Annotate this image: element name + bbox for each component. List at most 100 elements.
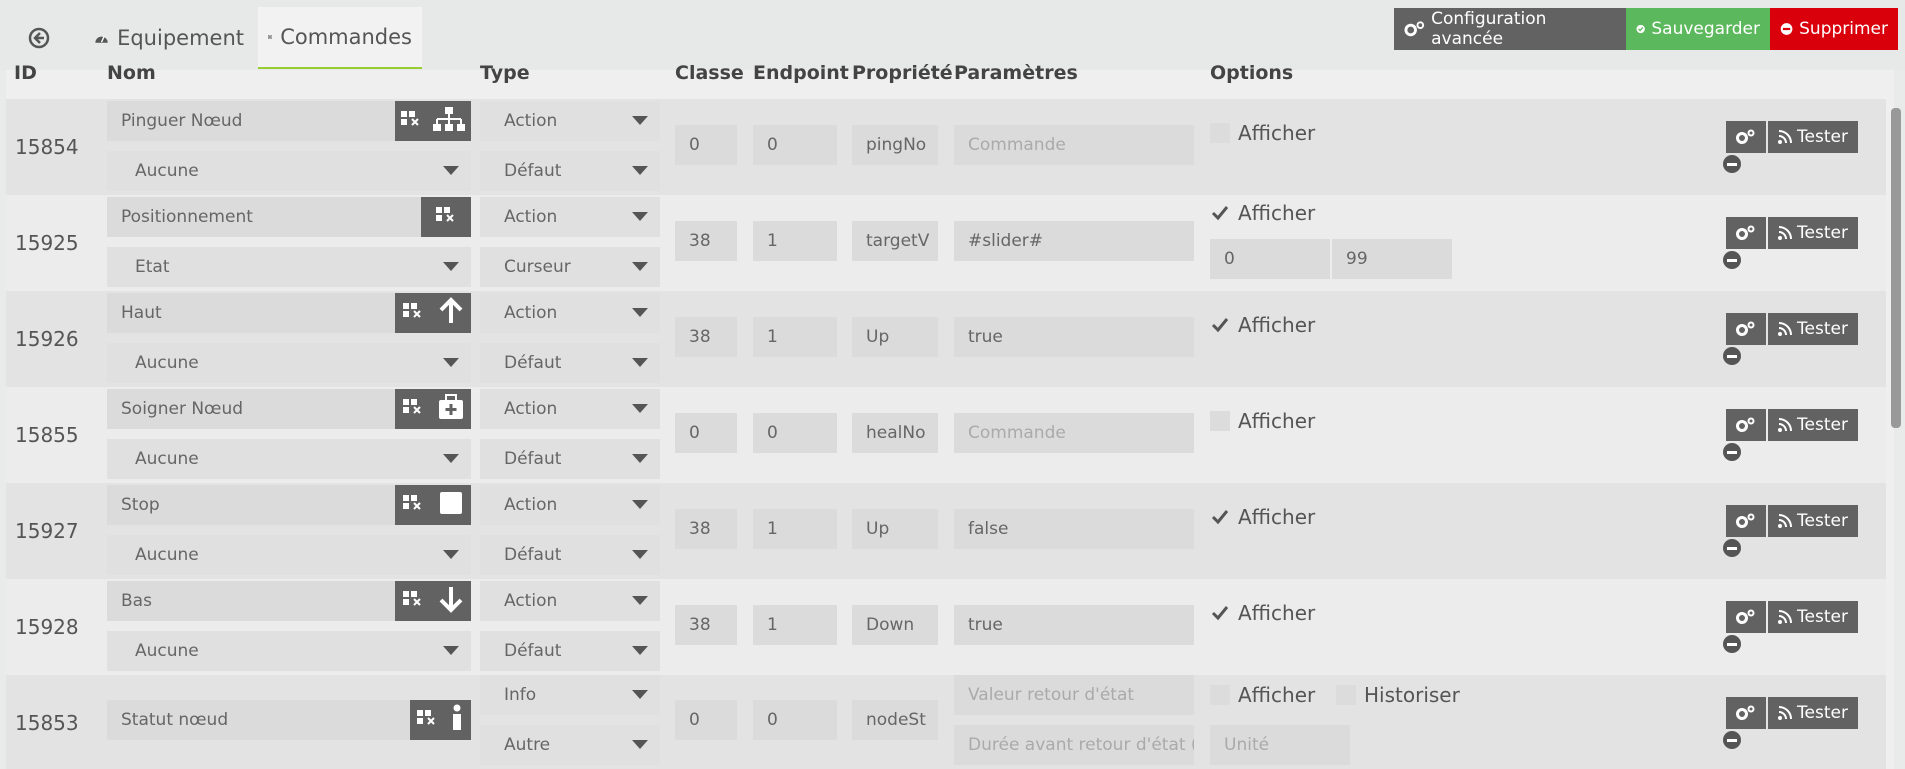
parameters-input[interactable]: Commande <box>954 125 1194 165</box>
icon-picker[interactable] <box>395 581 471 621</box>
remove-command-button[interactable] <box>1723 731 1741 749</box>
value-select[interactable]: Aucune <box>107 151 471 191</box>
endpoint-input[interactable]: 1 <box>753 605 837 645</box>
value-select[interactable]: Aucune <box>107 631 471 671</box>
parameters-input[interactable]: Commande <box>954 413 1194 453</box>
property-input[interactable]: nodeSt <box>852 700 938 740</box>
icon-picker[interactable] <box>395 293 471 333</box>
test-label: Tester <box>1797 607 1848 627</box>
icon-picker[interactable] <box>410 700 471 740</box>
remove-command-button[interactable] <box>1723 347 1741 365</box>
remove-command-button[interactable] <box>1723 539 1741 557</box>
advanced-config-button[interactable] <box>1726 313 1766 345</box>
remove-command-button[interactable] <box>1723 443 1741 461</box>
subtype-select[interactable]: Défaut <box>480 439 660 479</box>
min-value-input[interactable]: 0 <box>1210 239 1330 279</box>
test-button[interactable]: Tester <box>1768 313 1858 345</box>
classe-input[interactable]: 0 <box>675 125 737 165</box>
type-select[interactable]: Action <box>480 485 660 525</box>
type-select[interactable]: Action <box>480 389 660 429</box>
property-input[interactable]: pingNo <box>852 125 938 165</box>
value-select[interactable]: Aucune <box>107 439 471 479</box>
property-input[interactable]: targetV <box>852 221 938 261</box>
icon-picker[interactable] <box>395 101 471 141</box>
parameters-input[interactable]: #slider# <box>954 221 1194 261</box>
endpoint-input[interactable]: 1 <box>753 317 837 357</box>
historiser-checkbox[interactable]: Historiser <box>1336 683 1460 707</box>
parameters-input[interactable]: true <box>954 605 1194 645</box>
advanced-config-button[interactable]: Configuration avancée <box>1394 8 1626 50</box>
type-select[interactable]: Action <box>480 197 660 237</box>
afficher-checkbox[interactable]: Afficher <box>1210 313 1315 337</box>
test-button[interactable]: Tester <box>1768 697 1858 729</box>
value-select[interactable]: Etat <box>107 247 471 287</box>
endpoint-input[interactable]: 0 <box>753 125 837 165</box>
value-select[interactable]: Aucune <box>107 343 471 383</box>
type-select[interactable]: Info <box>480 675 660 715</box>
subtype-select[interactable]: Défaut <box>480 535 660 575</box>
icon-picker[interactable] <box>421 197 471 237</box>
property-input[interactable]: Down <box>852 605 938 645</box>
remove-command-button[interactable] <box>1723 155 1741 173</box>
advanced-config-button[interactable] <box>1726 121 1766 153</box>
property-input[interactable]: Up <box>852 509 938 549</box>
endpoint-input[interactable]: 0 <box>753 700 837 740</box>
classe-input[interactable]: 38 <box>675 509 737 549</box>
advanced-config-button[interactable] <box>1726 697 1766 729</box>
unit-input[interactable]: Unité <box>1210 725 1350 765</box>
advanced-config-button[interactable] <box>1726 409 1766 441</box>
afficher-label: Afficher <box>1238 601 1316 625</box>
save-button[interactable]: Sauvegarder <box>1626 8 1770 50</box>
endpoint-input[interactable]: 1 <box>753 221 837 261</box>
afficher-checkbox[interactable]: Afficher <box>1210 505 1315 529</box>
endpoint-input[interactable]: 1 <box>753 509 837 549</box>
classe-input[interactable]: 38 <box>675 605 737 645</box>
remove-command-button[interactable] <box>1723 251 1741 269</box>
state-return-value-input[interactable]: Valeur retour d'état <box>954 675 1194 715</box>
test-button[interactable]: Tester <box>1768 217 1858 249</box>
classe-input[interactable]: 0 <box>675 700 737 740</box>
state-return-duration-input[interactable]: Durée avant retour d'état (r <box>954 725 1194 765</box>
afficher-checkbox[interactable]: Afficher <box>1210 601 1315 625</box>
tab-equipement[interactable]: Equipement <box>84 7 254 69</box>
caret-down-icon <box>632 500 648 509</box>
property-input[interactable]: healNo <box>852 413 938 453</box>
advanced-config-button[interactable] <box>1726 217 1766 249</box>
test-button[interactable]: Tester <box>1768 505 1858 537</box>
afficher-checkbox[interactable]: Afficher <box>1210 121 1315 145</box>
afficher-checkbox[interactable]: Afficher <box>1210 409 1315 433</box>
test-button[interactable]: Tester <box>1768 121 1858 153</box>
afficher-checkbox[interactable]: Afficher <box>1210 683 1315 707</box>
type-select[interactable]: Action <box>480 293 660 333</box>
advanced-config-button[interactable] <box>1726 601 1766 633</box>
info-icon <box>449 704 465 736</box>
property-input[interactable]: Up <box>852 317 938 357</box>
icon-picker[interactable] <box>395 485 471 525</box>
type-select[interactable]: Action <box>480 101 660 141</box>
classe-input[interactable]: 0 <box>675 413 737 453</box>
endpoint-input[interactable]: 0 <box>753 413 837 453</box>
tab-commandes[interactable]: Commandes <box>258 7 422 69</box>
subtype-select[interactable]: Défaut <box>480 631 660 671</box>
vertical-scrollbar[interactable] <box>1891 108 1901 428</box>
icon-picker[interactable] <box>395 389 471 429</box>
afficher-checkbox[interactable]: Afficher <box>1210 201 1315 225</box>
test-button[interactable]: Tester <box>1768 601 1858 633</box>
parameters-input[interactable]: false <box>954 509 1194 549</box>
classe-input[interactable]: 38 <box>675 221 737 261</box>
parameters-input[interactable]: true <box>954 317 1194 357</box>
subtype-select[interactable]: Défaut <box>480 343 660 383</box>
test-button[interactable]: Tester <box>1768 409 1858 441</box>
value-select[interactable]: Aucune <box>107 535 471 575</box>
max-value-input[interactable]: 99 <box>1332 239 1452 279</box>
subtype-select[interactable]: Défaut <box>480 151 660 191</box>
command-name-input[interactable]: Positionnement <box>107 197 471 237</box>
back-button[interactable] <box>18 7 76 69</box>
advanced-config-button[interactable] <box>1726 505 1766 537</box>
remove-command-button[interactable] <box>1723 635 1741 653</box>
subtype-select[interactable]: Curseur <box>480 247 660 287</box>
subtype-select[interactable]: Autre <box>480 725 660 765</box>
type-select[interactable]: Action <box>480 581 660 621</box>
classe-input[interactable]: 38 <box>675 317 737 357</box>
delete-button[interactable]: Supprimer <box>1770 8 1898 50</box>
